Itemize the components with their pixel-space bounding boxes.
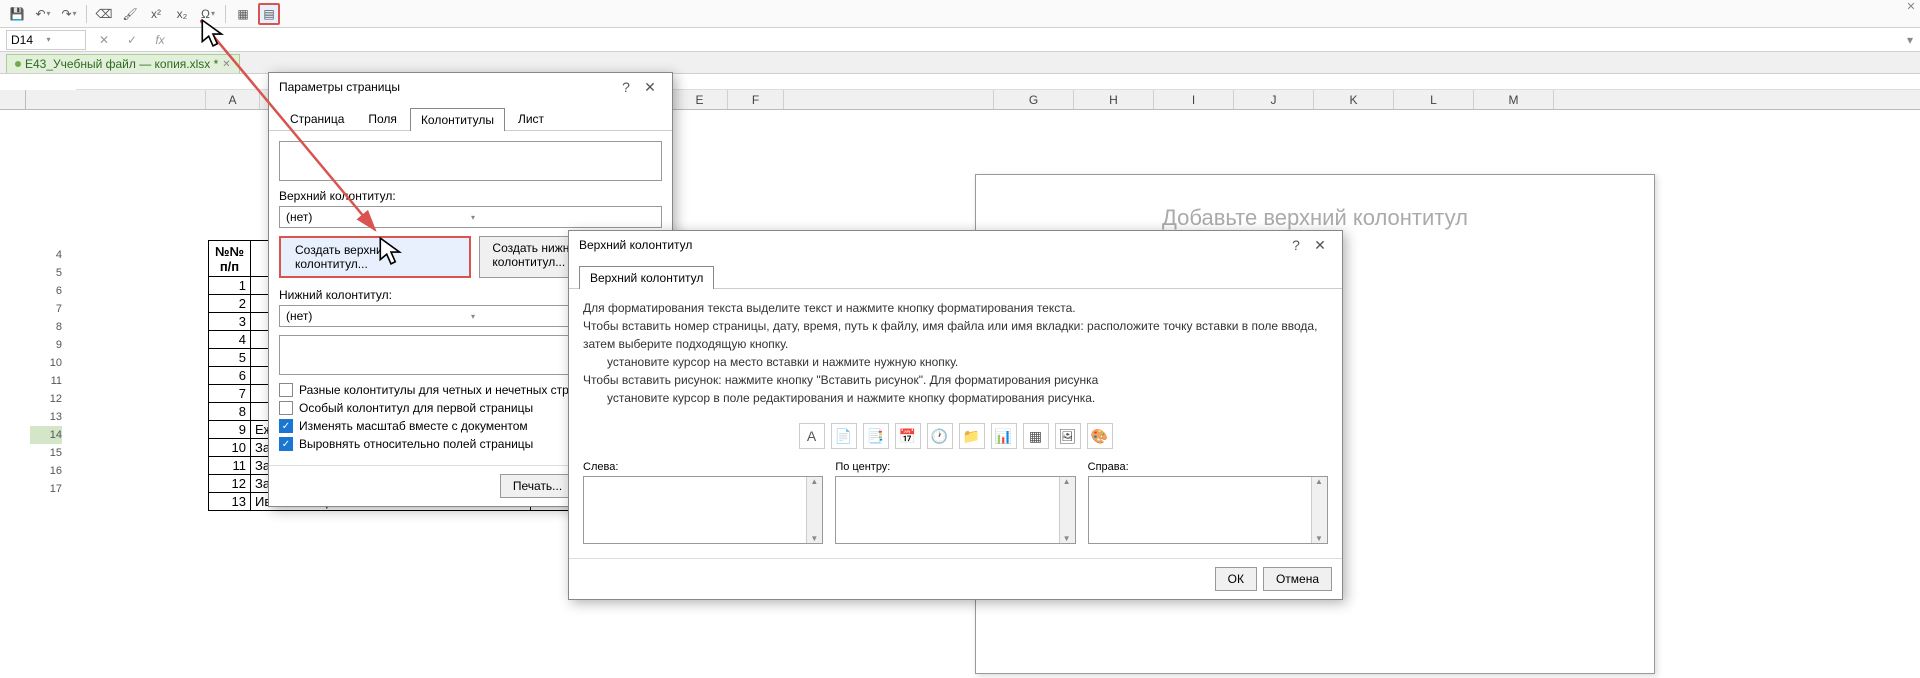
superscript-icon[interactable]: x² bbox=[145, 3, 167, 25]
col-head-a[interactable]: A bbox=[206, 90, 260, 109]
chk-scale[interactable]: ✓ bbox=[279, 419, 293, 433]
row-head[interactable]: 4 bbox=[30, 246, 62, 264]
row-head[interactable]: 15 bbox=[30, 444, 62, 462]
col-head-m[interactable]: M bbox=[1474, 90, 1554, 109]
tab-headers[interactable]: Колонтитулы bbox=[410, 108, 505, 131]
row-head[interactable]: 14 bbox=[30, 426, 62, 444]
header-preview bbox=[279, 141, 662, 181]
left-section-label: Слева: bbox=[583, 461, 823, 473]
col-head-e[interactable]: E bbox=[672, 90, 728, 109]
format-picture-icon[interactable]: 🎨 bbox=[1087, 423, 1113, 449]
formula-bar: D14▾ ✕ ✓ fx ▾ bbox=[0, 28, 1920, 52]
help-button[interactable]: ? bbox=[614, 79, 638, 95]
eraser-icon[interactable]: ⌫ bbox=[93, 3, 115, 25]
row-head[interactable]: 11 bbox=[30, 372, 62, 390]
quick-access-toolbar: 💾 ↶▾ ↷▾ ⌫ 🖌 x² x₂ Ω▾ ▦ ▤ bbox=[0, 0, 1920, 28]
accept-formula-icon[interactable]: ✓ bbox=[122, 30, 142, 50]
row-head[interactable]: 9 bbox=[30, 336, 62, 354]
page-setup-button[interactable]: ▤ bbox=[258, 3, 280, 25]
row-head[interactable]: 16 bbox=[30, 462, 62, 480]
center-section-label: По центру: bbox=[835, 461, 1075, 473]
row-head[interactable]: 10 bbox=[30, 354, 62, 372]
file-type-dot-icon bbox=[15, 61, 21, 67]
header-editor-dialog: Верхний колонтитул ? ✕ Верхний колонтиту… bbox=[568, 230, 1343, 600]
save-button[interactable]: 💾 bbox=[6, 3, 28, 25]
instructions: Для форматирования текста выделите текст… bbox=[569, 289, 1342, 417]
row-head[interactable]: 12 bbox=[30, 390, 62, 408]
top-header-label: Верхний колонтитул: bbox=[279, 189, 662, 203]
col-gutter bbox=[26, 90, 206, 109]
cancel-formula-icon[interactable]: ✕ bbox=[94, 30, 114, 50]
headers-footers-icon[interactable]: ▦ bbox=[232, 3, 254, 25]
dialog-titlebar: Параметры страницы ? ✕ bbox=[269, 73, 672, 101]
top-header-combo[interactable]: (нет)▾ bbox=[279, 206, 662, 228]
row-head[interactable]: 7 bbox=[30, 300, 62, 318]
cancel-button[interactable]: Отмена bbox=[1263, 567, 1332, 591]
col-head-g[interactable]: G bbox=[994, 90, 1074, 109]
col-head-f[interactable]: F bbox=[728, 90, 784, 109]
create-top-header-button[interactable]: Создать верхний колонтитул... bbox=[279, 236, 471, 278]
ok-button[interactable]: ОК bbox=[1215, 567, 1257, 591]
close-panel-icon[interactable]: ✕ bbox=[1902, 0, 1920, 18]
tab-margins[interactable]: Поля bbox=[357, 107, 408, 130]
page-count-icon[interactable]: 📑 bbox=[863, 423, 889, 449]
dialog-titlebar: Верхний колонтитул ? ✕ bbox=[569, 231, 1342, 259]
center-section-input[interactable] bbox=[835, 476, 1075, 544]
tab-page[interactable]: Страница bbox=[279, 107, 355, 130]
header-toolbar: A 📄 📑 📅 🕐 📁 📊 ▦ 🖼 🎨 bbox=[569, 417, 1342, 455]
tab-sheet[interactable]: Лист bbox=[507, 107, 555, 130]
workbook-tabs: E43_Учебный файл — копия.xlsx * ✕ ✕ bbox=[0, 52, 1920, 74]
chk-first-page[interactable] bbox=[279, 401, 293, 415]
col-head-k[interactable]: K bbox=[1314, 90, 1394, 109]
row-head[interactable]: 17 bbox=[30, 480, 62, 498]
chk-align-margins[interactable]: ✓ bbox=[279, 437, 293, 451]
row-headers: 4 5 6 7 8 9 10 11 12 13 14 15 16 17 bbox=[30, 246, 62, 498]
omega-icon[interactable]: Ω▾ bbox=[197, 3, 219, 25]
row-head[interactable]: 5 bbox=[30, 264, 62, 282]
row-head[interactable]: 8 bbox=[30, 318, 62, 336]
font-icon[interactable]: A bbox=[799, 423, 825, 449]
row-head[interactable]: 6 bbox=[30, 282, 62, 300]
help-button[interactable]: ? bbox=[1284, 237, 1308, 253]
print-button[interactable]: Печать... bbox=[500, 474, 575, 498]
expand-formula-icon[interactable]: ▾ bbox=[1900, 33, 1920, 47]
undo-button[interactable]: ↶▾ bbox=[32, 3, 54, 25]
dialog-tabs: Страница Поля Колонтитулы Лист bbox=[269, 101, 672, 131]
format-painter-icon[interactable]: 🖌 bbox=[119, 3, 141, 25]
formula-input[interactable] bbox=[174, 30, 1900, 50]
redo-button[interactable]: ↷▾ bbox=[58, 3, 80, 25]
file-name-icon[interactable]: 📊 bbox=[991, 423, 1017, 449]
close-button[interactable]: ✕ bbox=[638, 79, 662, 96]
page-number-icon[interactable]: 📄 bbox=[831, 423, 857, 449]
insert-picture-icon[interactable]: 🖼 bbox=[1055, 423, 1081, 449]
date-icon[interactable]: 📅 bbox=[895, 423, 921, 449]
left-section-input[interactable] bbox=[583, 476, 823, 544]
close-button[interactable]: ✕ bbox=[1308, 237, 1332, 254]
col-head-j[interactable]: J bbox=[1234, 90, 1314, 109]
select-all-corner[interactable] bbox=[0, 90, 26, 109]
time-icon[interactable]: 🕐 bbox=[927, 423, 953, 449]
tab-top-header[interactable]: Верхний колонтитул bbox=[579, 266, 714, 289]
dialog-title: Параметры страницы bbox=[279, 80, 614, 94]
dialog-title: Верхний колонтитул bbox=[579, 238, 1284, 252]
workbook-tab[interactable]: E43_Учебный файл — копия.xlsx * ✕ bbox=[6, 54, 240, 73]
right-section-label: Справа: bbox=[1088, 461, 1328, 473]
fx-icon[interactable]: fx bbox=[150, 30, 170, 50]
chk-odd-even[interactable] bbox=[279, 383, 293, 397]
subscript-icon[interactable]: x₂ bbox=[171, 3, 193, 25]
table-header-num: №№ п/п bbox=[209, 241, 251, 277]
close-tab-icon[interactable]: ✕ bbox=[222, 59, 230, 70]
sheet-name-icon[interactable]: ▦ bbox=[1023, 423, 1049, 449]
file-path-icon[interactable]: 📁 bbox=[959, 423, 985, 449]
col-head-h[interactable]: H bbox=[1074, 90, 1154, 109]
col-head-i[interactable]: I bbox=[1154, 90, 1234, 109]
right-section-input[interactable] bbox=[1088, 476, 1328, 544]
col-gap bbox=[784, 90, 994, 109]
row-head[interactable]: 13 bbox=[30, 408, 62, 426]
col-head-l[interactable]: L bbox=[1394, 90, 1474, 109]
name-box[interactable]: D14▾ bbox=[6, 30, 86, 50]
